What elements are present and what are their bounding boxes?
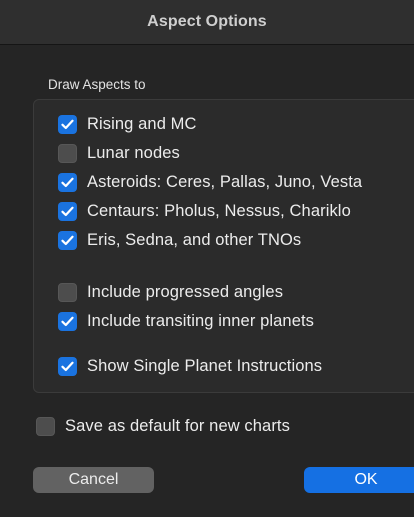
option-label: Eris, Sedna, and other TNOs [87,230,302,249]
checkbox-unchecked-icon[interactable] [58,143,77,163]
checkbox-checked-icon[interactable] [58,356,77,376]
save-default-label: Save as default for new charts [65,416,290,435]
checkbox-checked-icon[interactable] [58,172,77,192]
option-rising-and-mc[interactable]: Rising and MC [58,113,197,135]
option-label: Rising and MC [87,114,197,133]
option-asteroids[interactable]: Asteroids: Ceres, Pallas, Juno, Vesta [58,171,362,193]
checkbox-checked-icon[interactable] [58,230,77,250]
checkbox-checked-icon[interactable] [58,114,77,134]
aspect-options-dialog: Aspect Options Draw Aspects to Rising an… [0,0,414,517]
dialog-title: Aspect Options [147,13,267,30]
option-centaurs[interactable]: Centaurs: Pholus, Nessus, Chariklo [58,200,351,222]
option-single-planet-instructions[interactable]: Show Single Planet Instructions [58,355,322,377]
option-eris-sedna-tnos[interactable]: Eris, Sedna, and other TNOs [58,229,301,251]
option-lunar-nodes[interactable]: Lunar nodes [58,142,180,164]
checkbox-unchecked-icon[interactable] [58,282,77,302]
option-label: Include progressed angles [87,282,284,301]
checkbox-checked-icon[interactable] [58,201,77,221]
title-bar: Aspect Options [0,0,414,45]
option-label: Include transiting inner planets [87,311,315,330]
checkbox-unchecked-icon[interactable] [36,416,55,436]
cancel-button[interactable]: Cancel [33,467,154,493]
option-label: Asteroids: Ceres, Pallas, Juno, Vesta [87,172,363,191]
option-transiting-inner-planets[interactable]: Include transiting inner planets [58,310,314,332]
option-label: Centaurs: Pholus, Nessus, Chariklo [87,201,351,220]
group-label: Draw Aspects to [48,77,146,92]
option-progressed-angles[interactable]: Include progressed angles [58,281,283,303]
checkbox-checked-icon[interactable] [58,311,77,331]
save-as-default-option[interactable]: Save as default for new charts [36,415,290,437]
ok-button[interactable]: OK [304,467,414,493]
option-label: Show Single Planet Instructions [87,356,323,375]
option-label: Lunar nodes [87,143,180,162]
